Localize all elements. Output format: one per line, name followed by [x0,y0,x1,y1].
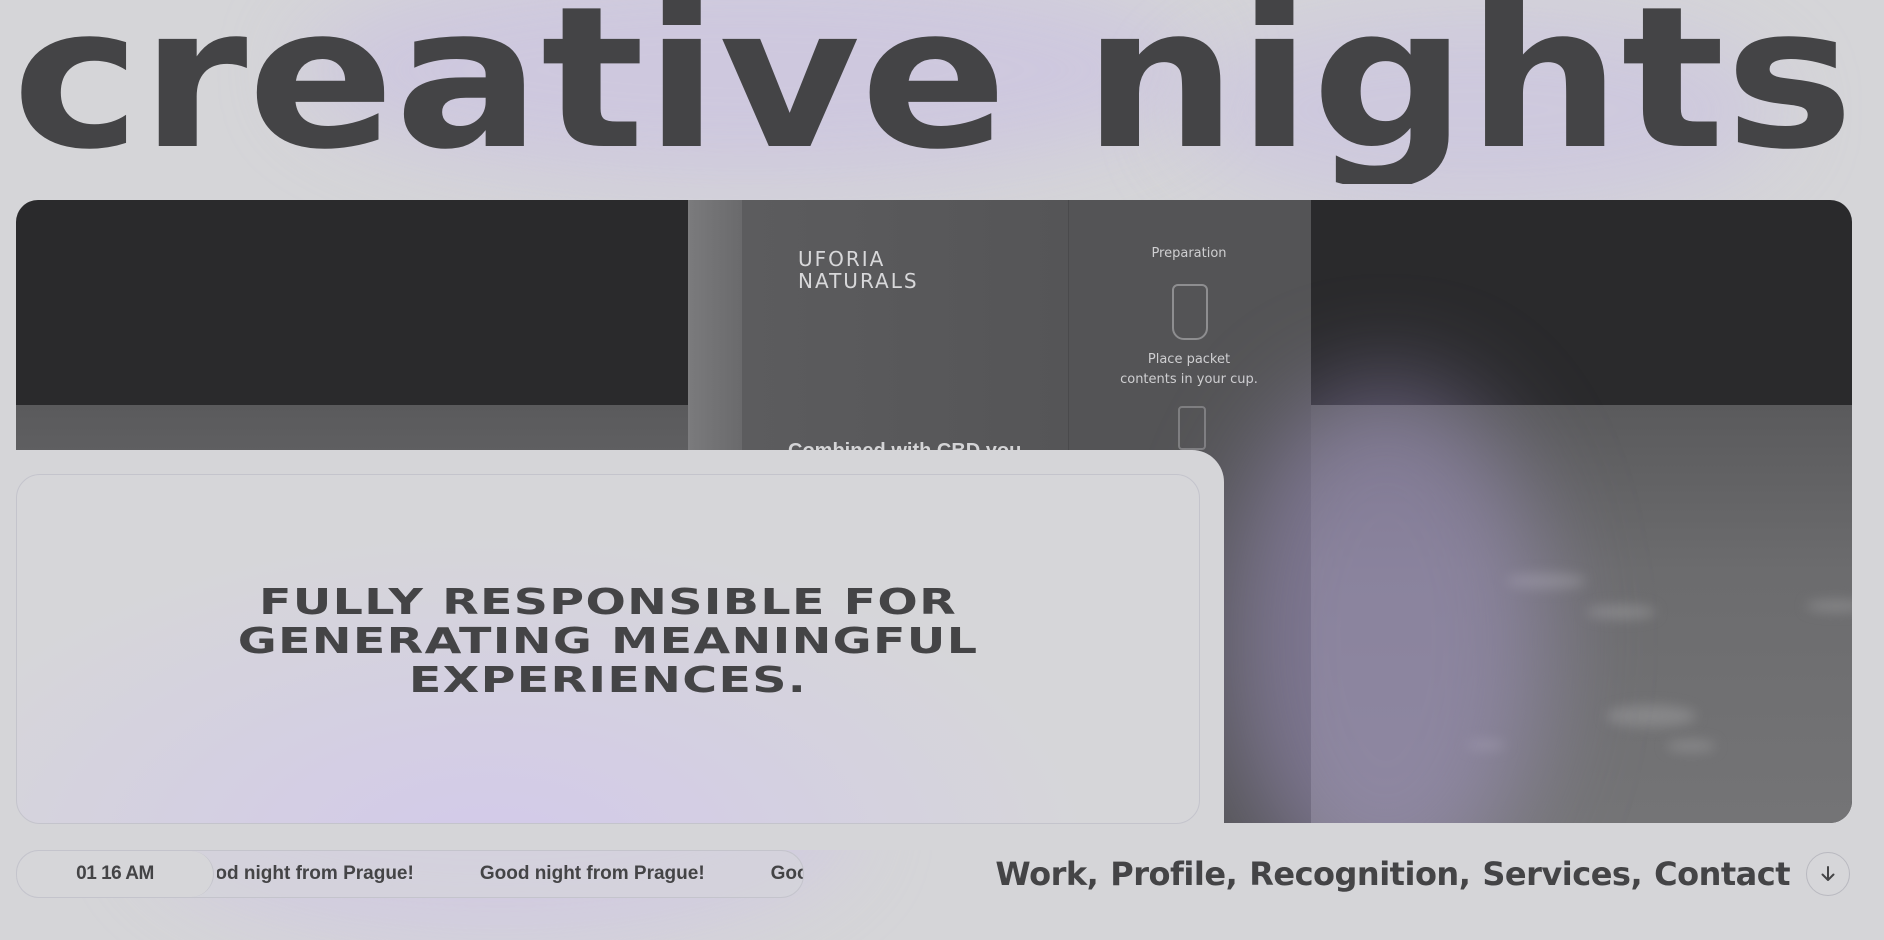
nav-link-work[interactable]: Work [995,855,1087,893]
preparation-step: Place packet contents in your cup. [1120,352,1258,387]
local-time: 01 16 AM [17,851,214,897]
arrow-down-icon [1821,866,1835,881]
nav-link-contact[interactable]: Contact [1654,855,1790,893]
greeting-message: Good night from Prague! [217,863,414,884]
tagline-heading: FULLY RESPONSIBLE FOR GENERATING MEANING… [237,582,979,701]
product-brand: UFORIA NATURALS [798,247,919,293]
scroll-down-button[interactable] [1806,852,1850,896]
nav-link-services[interactable]: Services [1482,855,1631,893]
greeting-message: Good night from Prague! [479,863,705,884]
hero-title-text: creative nights [12,0,1854,184]
tagline-card: FULLY RESPONSIBLE FOR GENERATING MEANING… [16,474,1200,824]
packet-icon [1178,406,1206,450]
main-nav: Work, Profile, Recognition, Services, Co… [995,855,1790,893]
nav-link-profile[interactable]: Profile [1110,855,1226,893]
status-ticker: 01 16 AM Good night from Prague! Good ni… [16,850,804,898]
preparation-label: Preparation [1151,246,1227,261]
cup-icon [1172,284,1208,340]
hero-title: creative nights [12,0,1872,184]
greeting-message: Good night from Prague! [770,863,803,884]
greeting-marquee: Good night from Prague! Good night from … [217,851,803,897]
nav-link-recognition[interactable]: Recognition [1249,855,1459,893]
